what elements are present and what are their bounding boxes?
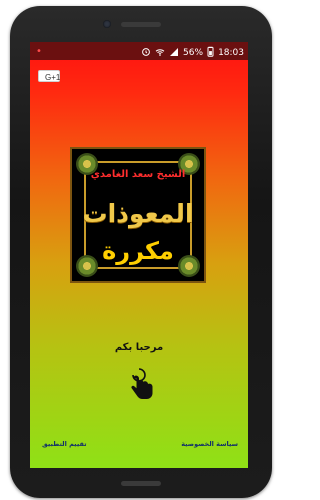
privacy-policy-link[interactable]: سياسة الخصوصية bbox=[181, 440, 238, 448]
alarm-icon bbox=[141, 47, 151, 60]
status-bar: • 56% 18:03 bbox=[30, 42, 248, 60]
app-artwork: الشيخ سعد الغامدي المعوذات مكررة bbox=[70, 147, 206, 283]
status-icons: 56% 18:03 bbox=[141, 46, 244, 60]
welcome-text: مرحبا بكم bbox=[114, 342, 164, 353]
tap-icon[interactable] bbox=[122, 364, 156, 406]
signal-icon bbox=[169, 47, 179, 60]
battery-text: 56% bbox=[183, 48, 204, 58]
wifi-icon bbox=[155, 47, 165, 60]
screen: • 56% 18:03 G+1 الشيخ سعد الغامدي المعوذ… bbox=[30, 42, 248, 468]
battery-icon bbox=[207, 46, 214, 60]
artwork-title-main: المعوذات bbox=[82, 199, 194, 228]
camera-icon bbox=[103, 20, 111, 28]
status-left: • bbox=[36, 46, 42, 57]
rate-app-link[interactable]: تقييم التطبيق bbox=[42, 440, 87, 448]
time: 18:03 bbox=[218, 48, 244, 58]
device-frame: • 56% 18:03 G+1 الشيخ سعد الغامدي المعوذ… bbox=[0, 0, 280, 500]
speaker-bottom bbox=[121, 481, 161, 486]
speaker bbox=[121, 22, 161, 27]
artwork-title-sheikh: الشيخ سعد الغامدي bbox=[90, 169, 186, 180]
artwork-title-sub: مكررة bbox=[102, 237, 174, 265]
gplus-button[interactable]: G+1 bbox=[38, 70, 60, 82]
